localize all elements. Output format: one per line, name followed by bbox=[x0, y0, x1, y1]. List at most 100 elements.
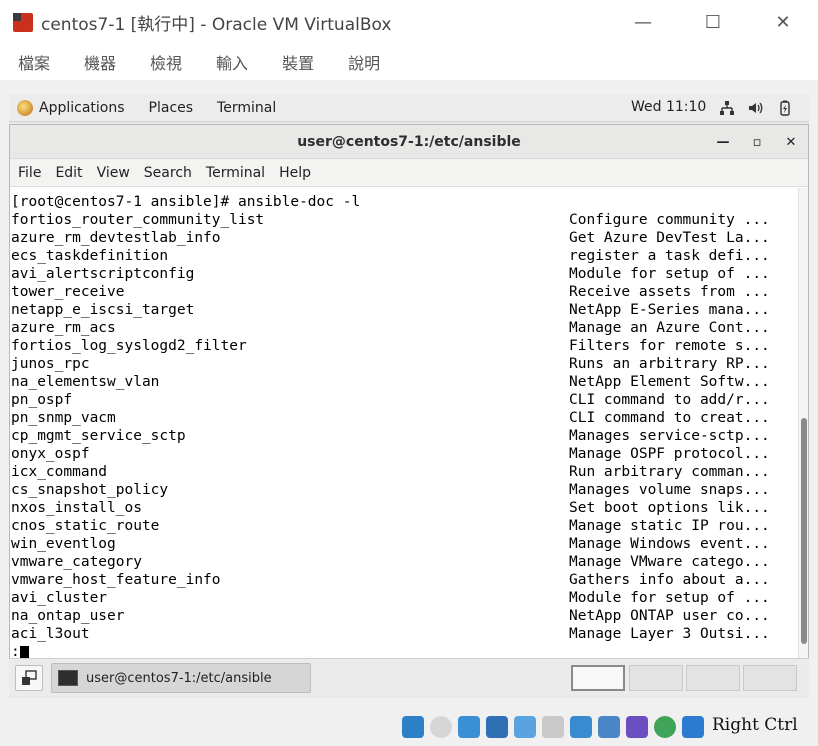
host-key-label: Right Ctrl bbox=[712, 715, 798, 735]
applications-icon bbox=[17, 99, 33, 116]
mouse-integration-icon[interactable] bbox=[682, 716, 704, 738]
usb-icon[interactable] bbox=[514, 716, 536, 738]
module-row: fortios_log_syslogd2_filter Filters for r… bbox=[11, 337, 798, 355]
display-icon[interactable] bbox=[570, 716, 592, 738]
close-button[interactable]: ✕ bbox=[748, 0, 818, 44]
workspace-4[interactable] bbox=[743, 665, 797, 691]
menu-machine[interactable]: 機器 bbox=[84, 50, 116, 74]
show-desktop-button[interactable] bbox=[15, 665, 43, 691]
module-name: cs_snapshot_policy bbox=[11, 482, 169, 498]
module-name: vmware_host_feature_info bbox=[11, 572, 221, 588]
guest-additions-icon[interactable] bbox=[654, 716, 676, 738]
module-name: avi_alertscriptconfig bbox=[11, 266, 195, 282]
terminal-scrollbar[interactable] bbox=[798, 188, 808, 658]
terminal-output[interactable]: [root@centos7-1 ansible]# ansible-doc -l… bbox=[10, 188, 798, 660]
module-description: Receive assets from ... bbox=[569, 284, 770, 300]
guest-display[interactable]: Applications Places Terminal Wed 11:10 u… bbox=[9, 94, 809, 698]
workspace-2[interactable] bbox=[629, 665, 683, 691]
terminal-icon bbox=[58, 670, 78, 686]
battery-icon[interactable] bbox=[777, 100, 793, 116]
audio-icon[interactable] bbox=[458, 716, 480, 738]
module-name: vmware_category bbox=[11, 554, 142, 570]
module-description: CLI command to add/r... bbox=[569, 392, 770, 408]
module-description: Set boot options lik... bbox=[569, 500, 770, 516]
network-adapter-icon[interactable] bbox=[486, 716, 508, 738]
terminal-menu-view[interactable]: View bbox=[97, 165, 130, 181]
module-description: Runs an arbitrary RP... bbox=[569, 356, 770, 372]
module-name: pn_snmp_vacm bbox=[11, 410, 116, 426]
module-name: azure_rm_acs bbox=[11, 320, 116, 336]
vbox-status-bar bbox=[0, 706, 818, 746]
minimize-button[interactable]: — bbox=[608, 0, 678, 44]
terminal-menu-edit[interactable]: Edit bbox=[55, 165, 82, 181]
text-cursor bbox=[19, 646, 29, 658]
module-name: junos_rpc bbox=[11, 356, 90, 372]
terminal-title-bar[interactable]: user@centos7-1:/etc/ansible — ▫ ✕ bbox=[10, 125, 808, 159]
terminal-window: user@centos7-1:/etc/ansible — ▫ ✕ File E… bbox=[9, 124, 809, 660]
module-name: avi_cluster bbox=[11, 590, 108, 606]
terminal-maximize-button[interactable]: ▫ bbox=[740, 125, 774, 159]
gnome-bottom-panel: user@centos7-1:/etc/ansible bbox=[9, 658, 809, 696]
module-name: cnos_static_route bbox=[11, 518, 160, 534]
module-name: azure_rm_devtestlab_info bbox=[11, 230, 221, 246]
vbox-title-bar: centos7-1 [執行中] - Oracle VM VirtualBox —… bbox=[0, 0, 818, 44]
menu-file[interactable]: 檔案 bbox=[18, 50, 50, 74]
module-description: register a task defi... bbox=[569, 248, 770, 264]
module-description: Filters for remote s... bbox=[569, 338, 770, 354]
module-row: azure_rm_acs Manage an Azure Cont... bbox=[11, 319, 798, 337]
module-row: ecs_taskdefinition register a task defi..… bbox=[11, 247, 798, 265]
terminal-close-button[interactable]: ✕ bbox=[774, 125, 808, 159]
module-description: Manages volume snaps... bbox=[569, 482, 770, 498]
recording-icon[interactable] bbox=[598, 716, 620, 738]
module-name: na_ontap_user bbox=[11, 608, 125, 624]
shared-folders-icon[interactable] bbox=[542, 716, 564, 738]
module-name: tower_receive bbox=[11, 284, 125, 300]
module-description: Manage VMware catego... bbox=[569, 554, 770, 570]
taskbar-terminal-button[interactable]: user@centos7-1:/etc/ansible bbox=[51, 663, 311, 693]
module-description: Module for setup of ... bbox=[569, 590, 770, 606]
terminal-menu-search[interactable]: Search bbox=[144, 165, 192, 181]
places-menu[interactable]: Places bbox=[149, 100, 194, 116]
module-name: fortios_router_community_list bbox=[11, 212, 265, 228]
module-name: ecs_taskdefinition bbox=[11, 248, 169, 264]
optical-drive-icon[interactable] bbox=[430, 716, 452, 738]
module-name: win_eventlog bbox=[11, 536, 116, 552]
applications-menu[interactable]: Applications bbox=[39, 100, 125, 116]
module-row: vmware_host_feature_info Gathers info abo… bbox=[11, 571, 798, 589]
terminal-menu-help[interactable]: Help bbox=[279, 165, 311, 181]
terminal-minimize-button[interactable]: — bbox=[706, 125, 740, 159]
menu-devices[interactable]: 裝置 bbox=[282, 50, 314, 74]
module-description: Configure community ... bbox=[569, 212, 770, 228]
module-description: Manage an Azure Cont... bbox=[569, 320, 770, 336]
module-description: Manages service-sctp... bbox=[569, 428, 770, 444]
workspace-3[interactable] bbox=[686, 665, 740, 691]
terminal-menu-file[interactable]: File bbox=[18, 165, 41, 181]
terminal-menu-terminal[interactable]: Terminal bbox=[206, 165, 265, 181]
menu-view[interactable]: 檢視 bbox=[150, 50, 182, 74]
clock[interactable]: Wed 11:10 bbox=[631, 99, 706, 115]
network-icon[interactable] bbox=[719, 100, 735, 116]
maximize-button[interactable]: ☐ bbox=[678, 0, 748, 44]
vbox-menu-bar: 檔案 機器 檢視 輸入 裝置 說明 bbox=[0, 44, 818, 80]
module-row: cp_mgmt_service_sctp Manages service-sctp… bbox=[11, 427, 798, 445]
module-row: win_eventlog Manage Windows event... bbox=[11, 535, 798, 553]
module-name: onyx_ospf bbox=[11, 446, 90, 462]
module-row: onyx_ospf Manage OSPF protocol... bbox=[11, 445, 798, 463]
module-description: NetApp E-Series mana... bbox=[569, 302, 770, 318]
cpu-vt-icon[interactable] bbox=[626, 716, 648, 738]
workspace-1[interactable] bbox=[571, 665, 625, 691]
menu-input[interactable]: 輸入 bbox=[216, 50, 248, 74]
gnome-top-bar: Applications Places Terminal Wed 11:10 bbox=[9, 94, 809, 122]
module-row: azure_rm_devtestlab_info Get Azure DevTes… bbox=[11, 229, 798, 247]
volume-icon[interactable] bbox=[747, 100, 763, 116]
terminal-app-menu[interactable]: Terminal bbox=[217, 100, 276, 116]
module-row: cnos_static_route Manage static IP rou... bbox=[11, 517, 798, 535]
scrollbar-thumb[interactable] bbox=[801, 418, 807, 644]
module-row: cs_snapshot_policy Manages volume snaps..… bbox=[11, 481, 798, 499]
module-row: na_elementsw_vlan NetApp Element Softw... bbox=[11, 373, 798, 391]
module-row: avi_alertscriptconfig Module for setup of… bbox=[11, 265, 798, 283]
hard-disk-icon[interactable] bbox=[402, 716, 424, 738]
menu-help[interactable]: 說明 bbox=[348, 50, 380, 74]
module-description: CLI command to creat... bbox=[569, 410, 770, 426]
module-row: aci_l3out Manage Layer 3 Outsi... bbox=[11, 625, 798, 643]
